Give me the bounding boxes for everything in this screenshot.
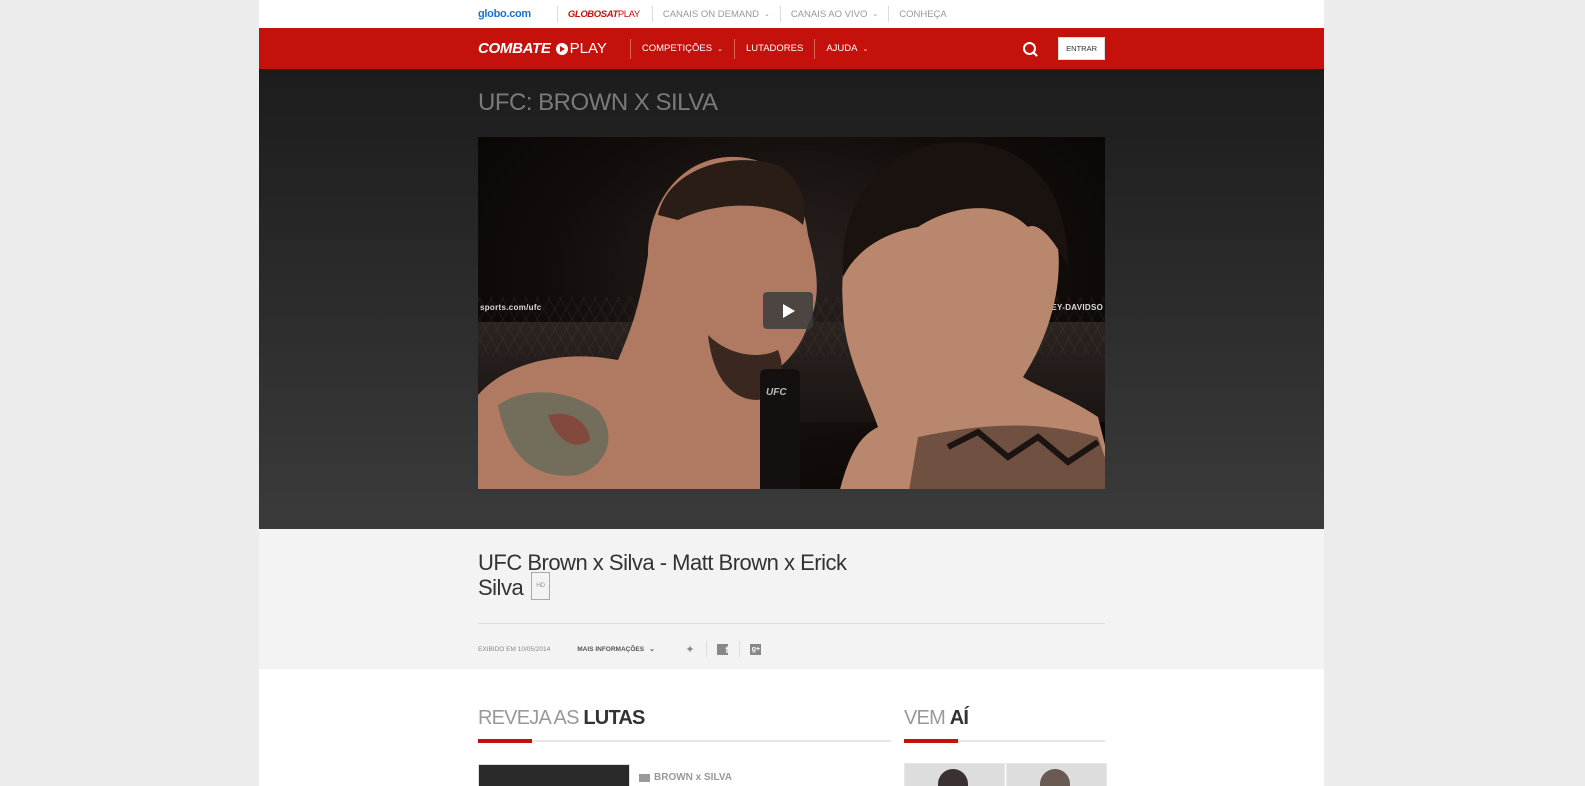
globosat-play-logo[interactable]: GLOBOSATPLAY [568, 9, 640, 20]
nav-label: AJUDA [826, 43, 858, 54]
section-rule [478, 739, 891, 743]
fight-item-label: BROWN x SILVA [654, 772, 732, 783]
play-button[interactable] [763, 292, 813, 329]
globosat-brand: GLOBOSAT [567, 8, 618, 20]
nav-competicoes[interactable]: COMPETIÇÕES ⌄ [642, 43, 723, 54]
heading-bold: AÍ [949, 707, 969, 729]
fighter-photo [938, 769, 968, 786]
section-heading-reveja: REVEJA AS LUTAS [478, 707, 645, 730]
nav-ajuda[interactable]: AJUDA ⌄ [826, 43, 868, 54]
globo-logo[interactable]: globo.com [478, 8, 531, 20]
nav-label: COMPETIÇÕES [641, 43, 713, 54]
menu-label: CANAIS ON DEMAND [662, 8, 759, 20]
section-heading-vem-ai: VEM AÍ [904, 707, 969, 730]
fight-item-title[interactable]: BROWN x SILVA [639, 772, 732, 783]
nav-right: ENTRAR [1023, 37, 1105, 60]
chevron-down-icon: ⌄ [717, 45, 723, 53]
google-plus-icon: g+ [750, 643, 762, 655]
menu-label: CANAIS AO VIVO [790, 8, 868, 20]
aired-date: EXIBIDO EM 10/05/2014 [478, 645, 551, 653]
chevron-down-icon: ⌄ [862, 45, 869, 53]
video-icon [639, 773, 650, 782]
upcoming-fighter-card[interactable] [904, 763, 1005, 786]
hd-badge: HD [531, 572, 550, 600]
video-title: UFC Brown x Silva - Matt Brown x Erick S… [478, 551, 858, 603]
section-accent [904, 739, 958, 743]
video-player[interactable]: sports.com/ufc HARLEY-DAVIDSO UFC [478, 137, 1105, 489]
google-plus-share[interactable]: g+ [749, 643, 763, 655]
divider [556, 6, 558, 22]
heading-light: REVEJA AS [478, 707, 584, 729]
page: globo.com GLOBOSATPLAY CANAIS ON DEMAND ⌄… [259, 0, 1324, 786]
fighter-photo [1040, 769, 1070, 786]
video-fighter-right [840, 142, 1105, 489]
more-info-label: MAIS INFORMAÇÕES [577, 645, 645, 653]
video-hero: UFC: BROWN X SILVA sports.com/ufc HARLEY… [259, 69, 1324, 529]
facebook-icon: f [717, 643, 729, 655]
divider [733, 38, 735, 59]
divider [814, 38, 816, 59]
facebook-share[interactable]: f [716, 643, 730, 655]
menu-canais-on-demand[interactable]: CANAIS ON DEMAND ⌄ [663, 9, 770, 20]
chevron-down-icon: ⌄ [649, 646, 655, 653]
search-icon[interactable] [1023, 42, 1037, 55]
chevron-down-icon: ⌄ [763, 11, 770, 18]
divider [629, 38, 631, 59]
divider [888, 6, 890, 22]
login-button[interactable]: ENTRAR [1058, 37, 1105, 60]
video-meta: EXIBIDO EM 10/05/2014 MAIS INFORMAÇÕES ⌄ … [478, 639, 1105, 659]
nav-label: LUTADORES [745, 43, 804, 54]
upcoming-fighter-card[interactable] [1006, 763, 1107, 786]
share-buttons: ✦ f g+ [683, 641, 763, 657]
brand-play: PLAY [569, 40, 607, 57]
twitter-icon[interactable]: ✦ [683, 643, 697, 656]
menu-canais-ao-vivo[interactable]: CANAIS AO VIVO ⌄ [791, 9, 878, 20]
section-accent [478, 739, 532, 743]
nav-lutadores[interactable]: LUTADORES [746, 43, 803, 54]
globosat-suffix: PLAY [617, 8, 640, 20]
divider [705, 641, 707, 657]
fight-thumbnail[interactable] [478, 764, 630, 786]
section-rule [904, 739, 1105, 743]
more-info-toggle[interactable]: MAIS INFORMAÇÕES ⌄ [577, 645, 655, 654]
divider [651, 6, 653, 22]
menu-label: CONHEÇA [899, 8, 947, 20]
divider [478, 623, 1105, 624]
heading-light: VEM [904, 707, 950, 729]
video-info: UFC Brown x Silva - Matt Brown x Erick S… [259, 529, 1324, 669]
combate-play-logo[interactable]: COMBATE PLAY [478, 40, 607, 57]
chevron-down-icon: ⌄ [872, 11, 879, 18]
main-nav: COMBATE PLAY COMPETIÇÕES ⌄ LUTADORES AJUD… [259, 28, 1324, 69]
content-sections: REVEJA AS LUTAS BROWN x SILVA VEM AÍ [259, 669, 1324, 786]
page-title: UFC: BROWN X SILVA [478, 89, 718, 116]
brand-combate: COMBATE [478, 40, 551, 57]
divider [779, 6, 781, 22]
heading-bold: LUTAS [583, 707, 645, 729]
menu-conheca[interactable]: CONHEÇA [899, 9, 947, 20]
play-icon [555, 42, 568, 55]
video-mic-logo: UFC [766, 387, 787, 398]
globo-top-bar: globo.com GLOBOSATPLAY CANAIS ON DEMAND ⌄… [259, 0, 1324, 28]
divider [738, 641, 740, 657]
